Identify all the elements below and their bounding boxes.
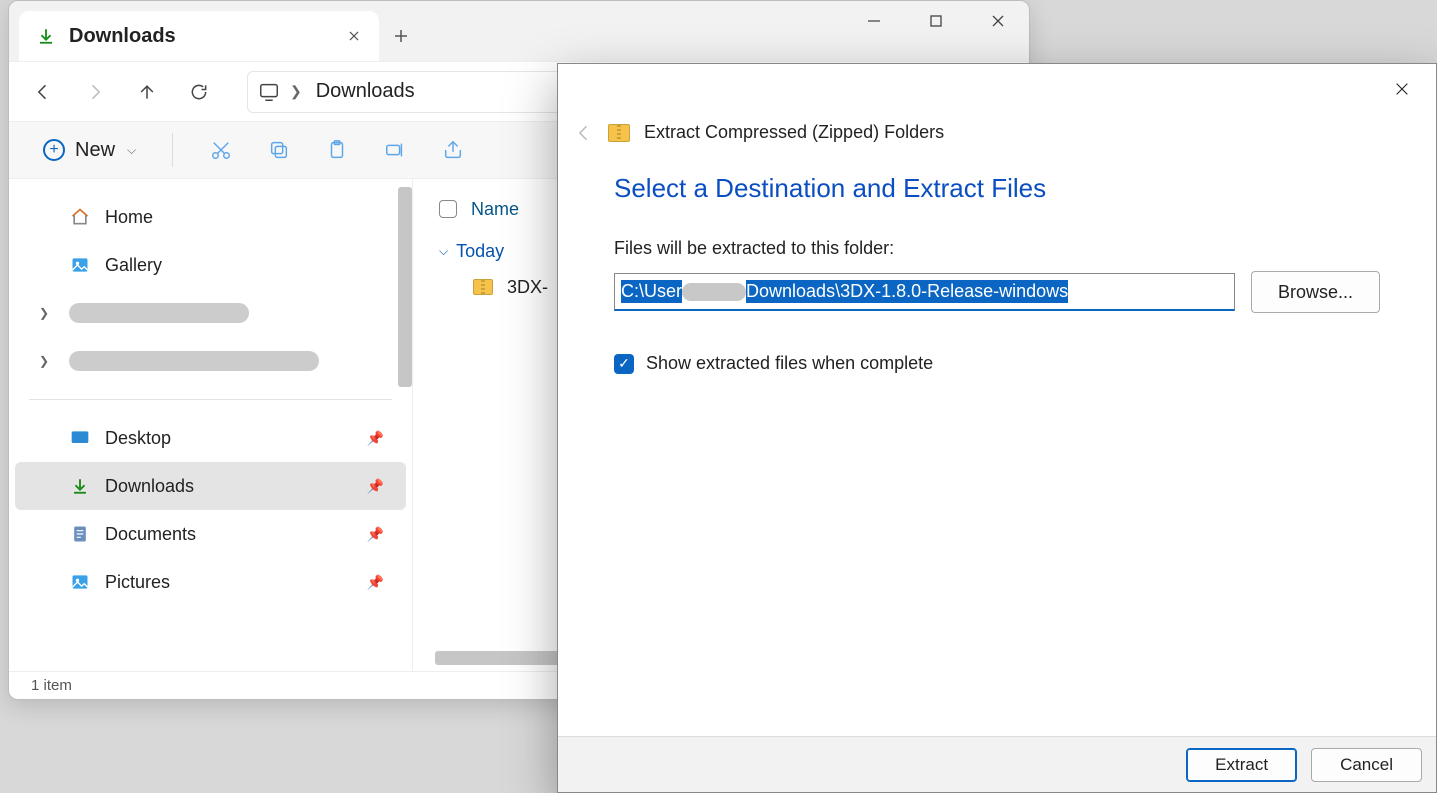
chevron-right-icon[interactable]: ❯ bbox=[39, 354, 49, 368]
sidebar-item-home[interactable]: Home bbox=[15, 193, 406, 241]
gallery-icon bbox=[69, 255, 91, 275]
up-button[interactable] bbox=[121, 68, 173, 116]
dialog-content: Select a Destination and Extract Files F… bbox=[558, 163, 1436, 374]
tab-title: Downloads bbox=[69, 25, 333, 48]
new-button-label: New bbox=[75, 139, 115, 162]
maximize-button[interactable] bbox=[905, 1, 967, 41]
browse-button[interactable]: Browse... bbox=[1251, 271, 1380, 313]
back-button[interactable] bbox=[17, 68, 69, 116]
rename-button[interactable] bbox=[371, 126, 419, 174]
this-pc-icon bbox=[258, 81, 280, 103]
pin-icon: 📌 bbox=[367, 574, 384, 591]
sidebar-label: Home bbox=[105, 207, 153, 228]
sidebar-label: Downloads bbox=[105, 476, 194, 497]
select-all-checkbox[interactable] bbox=[439, 200, 457, 218]
path-selection-end: Downloads\3DX-1.8.0-Release-windows bbox=[746, 280, 1068, 303]
documents-icon bbox=[69, 524, 91, 544]
sidebar-item-documents[interactable]: Documents 📌 bbox=[15, 510, 406, 558]
tab-downloads[interactable]: Downloads bbox=[19, 11, 379, 61]
cancel-button[interactable]: Cancel bbox=[1311, 748, 1422, 782]
chevron-down-icon: ⌵ bbox=[127, 143, 136, 158]
cut-button[interactable] bbox=[197, 126, 245, 174]
sidebar-label: Gallery bbox=[105, 255, 162, 276]
minimize-button[interactable] bbox=[843, 1, 905, 41]
item-count: 1 item bbox=[31, 677, 72, 694]
refresh-button[interactable] bbox=[173, 68, 225, 116]
sidebar-item-redacted-2[interactable]: ❯ bbox=[15, 337, 406, 385]
close-window-button[interactable] bbox=[967, 1, 1029, 41]
redacted-label bbox=[69, 303, 249, 323]
sidebar-item-downloads[interactable]: Downloads 📌 bbox=[15, 462, 406, 510]
extract-dialog: Extract Compressed (Zipped) Folders Sele… bbox=[557, 63, 1437, 793]
forward-button[interactable] bbox=[69, 68, 121, 116]
window-controls bbox=[843, 1, 1029, 41]
navigation-pane: Home Gallery ❯ ❯ Desktop 📌 Do bbox=[9, 179, 413, 671]
desktop-icon bbox=[69, 428, 91, 448]
sidebar-label: Documents bbox=[105, 524, 196, 545]
chevron-right-icon[interactable]: ❯ bbox=[39, 306, 49, 320]
copy-button[interactable] bbox=[255, 126, 303, 174]
downloads-icon bbox=[37, 27, 55, 45]
home-icon bbox=[69, 207, 91, 227]
extract-button[interactable]: Extract bbox=[1186, 748, 1297, 782]
show-extracted-checkbox-row[interactable]: ✓ Show extracted files when complete bbox=[614, 353, 1380, 374]
zip-folder-icon bbox=[473, 279, 493, 295]
path-label: Files will be extracted to this folder: bbox=[614, 238, 1380, 259]
zip-folder-icon bbox=[608, 124, 630, 142]
path-row: C:\User Downloads\3DX-1.8.0-Release-windo… bbox=[614, 271, 1380, 313]
dialog-titlebar bbox=[558, 64, 1436, 114]
column-label: Name bbox=[471, 199, 519, 220]
sidebar-label: Desktop bbox=[105, 428, 171, 449]
redacted-username bbox=[682, 283, 746, 301]
pin-icon: 📌 bbox=[367, 478, 384, 495]
redacted-label bbox=[69, 351, 319, 371]
dialog-heading: Select a Destination and Extract Files bbox=[614, 173, 1380, 204]
dialog-header: Extract Compressed (Zipped) Folders bbox=[558, 114, 1436, 163]
sidebar-divider bbox=[29, 399, 392, 400]
pin-icon: 📌 bbox=[367, 430, 384, 447]
destination-path-input[interactable]: C:\User Downloads\3DX-1.8.0-Release-windo… bbox=[614, 273, 1235, 311]
path-selection-start: C:\User bbox=[621, 280, 682, 303]
dialog-title: Extract Compressed (Zipped) Folders bbox=[644, 122, 944, 143]
plus-circle-icon: + bbox=[43, 139, 65, 161]
checkbox-checked-icon[interactable]: ✓ bbox=[614, 354, 634, 374]
downloads-icon bbox=[69, 477, 91, 495]
sidebar-item-desktop[interactable]: Desktop 📌 bbox=[15, 414, 406, 462]
titlebar: Downloads bbox=[9, 1, 1029, 61]
sidebar-item-pictures[interactable]: Pictures 📌 bbox=[15, 558, 406, 606]
sidebar-item-redacted-1[interactable]: ❯ bbox=[15, 289, 406, 337]
dialog-footer: Extract Cancel bbox=[558, 736, 1436, 792]
pin-icon: 📌 bbox=[367, 526, 384, 543]
breadcrumb-downloads[interactable]: Downloads bbox=[312, 80, 419, 103]
back-arrow-icon[interactable] bbox=[574, 123, 594, 143]
separator bbox=[172, 133, 173, 167]
checkbox-label: Show extracted files when complete bbox=[646, 353, 933, 374]
close-dialog-button[interactable] bbox=[1382, 69, 1422, 109]
chevron-down-icon: ⌵ bbox=[439, 244, 448, 259]
pictures-icon bbox=[69, 572, 91, 592]
close-tab-icon[interactable] bbox=[347, 29, 361, 43]
new-button[interactable]: + New ⌵ bbox=[31, 133, 148, 168]
sidebar-label: Pictures bbox=[105, 572, 170, 593]
paste-button[interactable] bbox=[313, 126, 361, 174]
group-label: Today bbox=[456, 241, 504, 262]
chevron-right-icon[interactable]: ❯ bbox=[284, 83, 308, 100]
share-button[interactable] bbox=[429, 126, 477, 174]
sidebar-item-gallery[interactable]: Gallery bbox=[15, 241, 406, 289]
new-tab-button[interactable] bbox=[379, 11, 423, 61]
file-name: 3DX- bbox=[507, 277, 548, 298]
